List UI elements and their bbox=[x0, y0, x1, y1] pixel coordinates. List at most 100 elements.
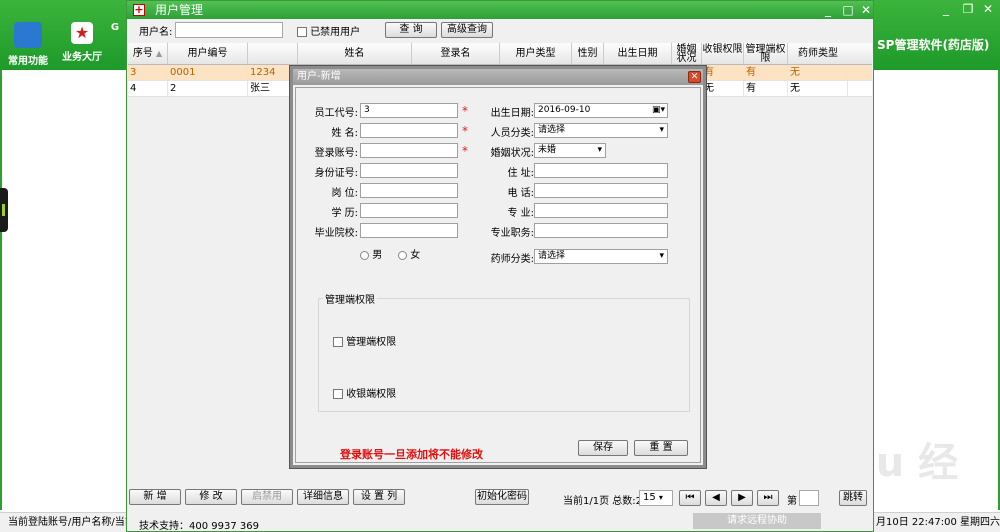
emp-code-label: 员工代号: bbox=[314, 108, 358, 119]
side-button-label: G bbox=[110, 22, 120, 33]
column-header[interactable]: 收银权限 bbox=[702, 43, 744, 64]
edit-button[interactable]: 修 改 bbox=[185, 489, 237, 505]
checkbox-box[interactable] bbox=[333, 337, 343, 347]
side-button-g[interactable]: G bbox=[108, 22, 122, 33]
window-title: 用户管理 bbox=[155, 3, 204, 17]
page-number-input[interactable] bbox=[799, 490, 819, 506]
username-label: 用户名: bbox=[139, 27, 173, 38]
side-button-common[interactable]: 常用功能 bbox=[2, 22, 54, 67]
category-label: 人员分类: bbox=[490, 128, 534, 139]
birth-date-picker[interactable]: 2016-09-10 ▣▾ bbox=[534, 103, 668, 118]
app-minimize-button[interactable]: _ bbox=[936, 2, 956, 16]
job-title-label: 专业职务: bbox=[490, 228, 534, 239]
required-mark: * bbox=[462, 104, 468, 118]
gender-female-radio[interactable]: 女 bbox=[398, 246, 420, 261]
disabled-user-checkbox[interactable]: 已禁用用户 bbox=[297, 23, 360, 38]
radio-circle[interactable] bbox=[360, 250, 369, 260]
column-header[interactable]: 药师类型 bbox=[788, 43, 848, 64]
column-header[interactable]: 管理端权限 bbox=[744, 43, 788, 64]
column-header[interactable]: 用户类型 bbox=[500, 43, 572, 64]
reset-button[interactable]: 重 置 bbox=[634, 440, 688, 456]
app-title: SP管理软件(药店版) bbox=[877, 38, 990, 52]
add-button[interactable]: 新 增 bbox=[129, 489, 181, 505]
app-close-button[interactable]: ✕ bbox=[978, 2, 998, 16]
bottom-toolbar: 新 增 修 改 启禁用 详细信息 设 置 列 初始化密码 当前1/1页 总数:2… bbox=[127, 487, 873, 507]
checkbox-box[interactable] bbox=[297, 27, 307, 37]
emp-code-input[interactable]: 3 bbox=[360, 103, 458, 118]
required-mark: * bbox=[462, 144, 468, 158]
dialog-titlebar: 用户-新增 ✕ bbox=[293, 69, 703, 85]
table-cell: 无 bbox=[788, 65, 848, 80]
phone-input[interactable] bbox=[534, 183, 668, 198]
major-input[interactable] bbox=[534, 203, 668, 218]
gender-male-radio[interactable]: 男 bbox=[360, 246, 382, 261]
login-account-label: 登录账号: bbox=[314, 148, 358, 159]
name-input[interactable] bbox=[360, 123, 458, 138]
column-header[interactable]: 登录名 bbox=[412, 43, 500, 64]
next-page-button[interactable]: ▶ bbox=[731, 490, 753, 506]
column-header[interactable]: 序号 ▲ bbox=[128, 43, 168, 64]
table-header: 序号 ▲ 用户编号 姓名 登录名 用户类型 性别 出生日期 婚姻状况 收银权限 … bbox=[128, 43, 872, 65]
address-input[interactable] bbox=[534, 163, 668, 178]
gender-male-label: 男 bbox=[372, 250, 383, 261]
table-cell: 无 bbox=[788, 81, 848, 96]
next-page-icon: ▶ bbox=[738, 492, 746, 503]
init-password-button[interactable]: 初始化密码 bbox=[475, 489, 529, 505]
username-input[interactable] bbox=[175, 22, 283, 38]
login-warning: 登录账号一旦添加将不能修改 bbox=[340, 448, 483, 461]
jump-button[interactable]: 跳转 bbox=[839, 490, 867, 506]
admin-perm-checkbox[interactable]: 管理端权限 bbox=[333, 333, 396, 348]
advanced-query-button[interactable]: 高级查询 bbox=[441, 22, 493, 38]
job-title-input[interactable] bbox=[534, 223, 668, 238]
side-button-label: 常用功能 bbox=[8, 56, 48, 67]
marital-select[interactable]: 未婚 bbox=[534, 143, 606, 158]
enable-disable-button[interactable]: 启禁用 bbox=[241, 489, 293, 505]
column-header[interactable]: 婚姻状况 bbox=[672, 43, 702, 64]
set-columns-button[interactable]: 设 置 列 bbox=[353, 489, 405, 505]
table-cell: 无 bbox=[702, 81, 744, 96]
page-number-label: 第 bbox=[787, 496, 797, 507]
first-page-button[interactable]: ⏮ bbox=[679, 490, 701, 506]
app-restore-button[interactable]: ❐ bbox=[958, 2, 978, 16]
remote-assist-button[interactable]: 请求远程协助 bbox=[693, 513, 821, 529]
side-button-business[interactable]: ★ 业务大厅 bbox=[56, 22, 108, 63]
column-header[interactable]: 性别 bbox=[572, 43, 604, 64]
radio-circle[interactable] bbox=[398, 250, 407, 260]
education-input[interactable] bbox=[360, 203, 458, 218]
column-header[interactable]: 出生日期 bbox=[604, 43, 672, 64]
close-icon[interactable]: ✕ bbox=[688, 71, 701, 83]
login-account-input[interactable] bbox=[360, 143, 458, 158]
table-cell: 4 bbox=[128, 81, 168, 96]
pharmacist-type-select[interactable]: 请选择 bbox=[534, 249, 668, 264]
category-select[interactable]: 请选择 bbox=[534, 123, 668, 138]
collapse-handle[interactable] bbox=[0, 188, 8, 232]
window-minimize-button[interactable]: _ bbox=[819, 2, 837, 18]
star-icon: ★ bbox=[71, 22, 93, 44]
pharmacist-type-label: 药师分类: bbox=[490, 254, 534, 265]
query-button[interactable]: 查 询 bbox=[385, 22, 437, 38]
column-header[interactable]: 姓名 bbox=[298, 43, 412, 64]
education-label: 学 历: bbox=[331, 208, 358, 219]
cashier-perm-checkbox[interactable]: 收银端权限 bbox=[333, 385, 396, 400]
checkbox-box[interactable] bbox=[333, 389, 343, 399]
chevron-down-icon: ▾ bbox=[658, 493, 663, 502]
prev-page-icon: ◀ bbox=[712, 492, 720, 503]
window-close-button[interactable]: ✕ bbox=[857, 2, 875, 18]
school-input[interactable] bbox=[360, 223, 458, 238]
address-label: 住 址: bbox=[507, 168, 534, 179]
save-button[interactable]: 保存 bbox=[578, 440, 628, 456]
page-info: 当前1/1页 总数:2 bbox=[563, 496, 643, 507]
position-input[interactable] bbox=[360, 183, 458, 198]
birth-date-label: 出生日期: bbox=[490, 108, 534, 119]
window-maximize-button[interactable]: □ bbox=[839, 2, 857, 18]
details-button[interactable]: 详细信息 bbox=[297, 489, 349, 505]
id-number-input[interactable] bbox=[360, 163, 458, 178]
last-page-button[interactable]: ⏭ bbox=[757, 490, 779, 506]
page-size-select[interactable]: 15 ▾ bbox=[639, 490, 673, 506]
column-header[interactable]: 用户编号 bbox=[168, 43, 248, 64]
apps-icon bbox=[14, 22, 42, 48]
column-header[interactable] bbox=[248, 43, 298, 64]
prev-page-button[interactable]: ◀ bbox=[705, 490, 727, 506]
status-datetime: 月10日 22:47:00 星期四六 辽宁 bbox=[876, 517, 1000, 528]
calendar-icon[interactable]: ▣▾ bbox=[652, 104, 665, 117]
